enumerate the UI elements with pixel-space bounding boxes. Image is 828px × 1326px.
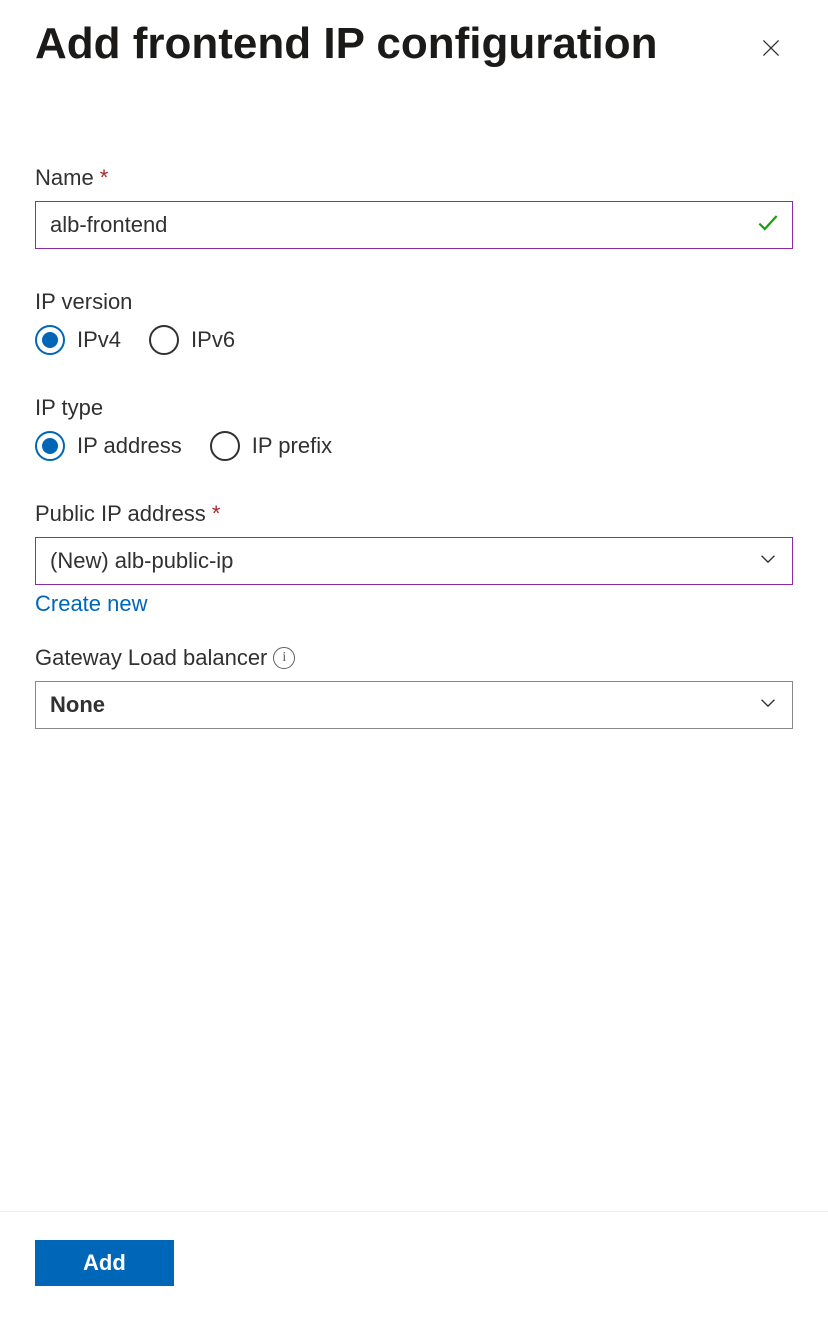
required-indicator: * [100,165,109,191]
page-title: Add frontend IP configuration [35,20,657,68]
public-ip-select[interactable]: (New) alb-public-ip [35,537,793,585]
add-button[interactable]: Add [35,1240,174,1286]
radio-label: IPv4 [77,327,121,353]
radio-icon [149,325,179,355]
required-indicator: * [212,501,221,527]
radio-ipv6[interactable]: IPv6 [149,325,235,355]
ip-type-label: IP type [35,395,793,421]
name-input[interactable] [35,201,793,249]
radio-ip-address[interactable]: IP address [35,431,182,461]
close-icon [758,35,784,61]
public-ip-label-text: Public IP address [35,501,206,527]
radio-label: IP address [77,433,182,459]
radio-icon [35,431,65,461]
name-label: Name * [35,165,793,191]
gateway-lb-label: Gateway Load balancer i [35,645,793,671]
chevron-down-icon [757,692,779,719]
radio-label: IP prefix [252,433,332,459]
name-label-text: Name [35,165,94,191]
chevron-down-icon [757,548,779,575]
public-ip-value: (New) alb-public-ip [50,548,233,574]
info-icon[interactable]: i [273,647,295,669]
radio-icon [35,325,65,355]
ip-version-radio-group: IPv4 IPv6 [35,325,793,355]
close-button[interactable] [749,26,793,70]
radio-ipv4[interactable]: IPv4 [35,325,121,355]
gateway-lb-value: None [50,692,105,718]
gateway-lb-label-text: Gateway Load balancer [35,645,267,671]
ip-version-label: IP version [35,289,793,315]
radio-icon [210,431,240,461]
radio-ip-prefix[interactable]: IP prefix [210,431,332,461]
create-new-link[interactable]: Create new [35,591,148,617]
radio-label: IPv6 [191,327,235,353]
check-icon [755,210,781,241]
ip-type-radio-group: IP address IP prefix [35,431,793,461]
public-ip-label: Public IP address * [35,501,793,527]
gateway-lb-select[interactable]: None [35,681,793,729]
